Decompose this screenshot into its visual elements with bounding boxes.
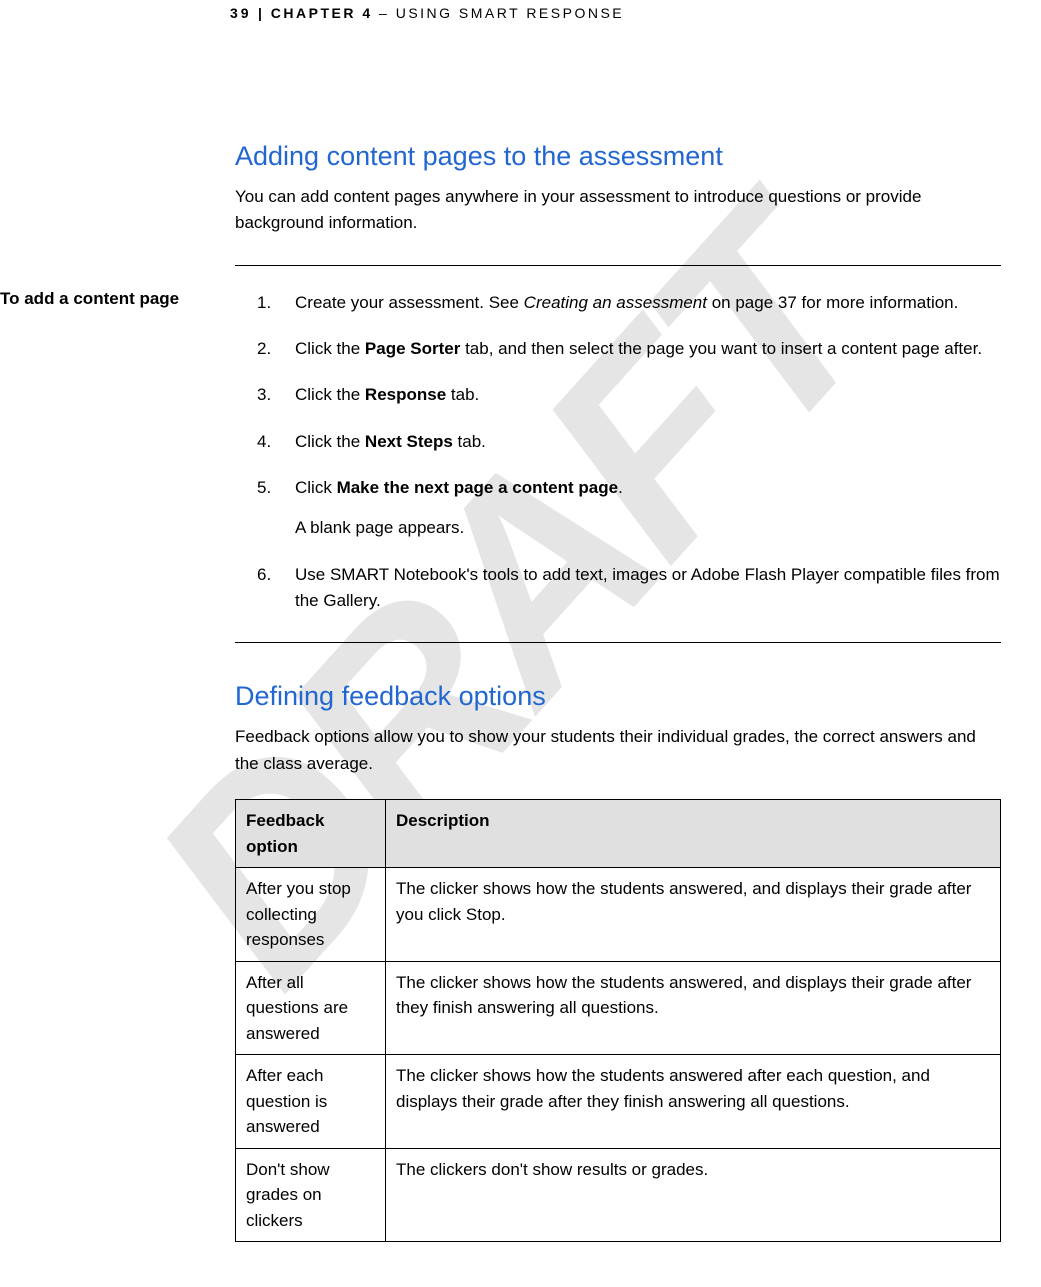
- step-text: tab.: [453, 432, 486, 451]
- table-row: After you stop collecting responses The …: [236, 868, 1001, 962]
- step-6: 6. Use SMART Notebook's tools to add tex…: [295, 562, 1001, 615]
- divider: [235, 265, 1001, 266]
- step-text-bold: Next Steps: [365, 432, 453, 451]
- page-number: 39: [230, 5, 252, 21]
- divider: [235, 642, 1001, 643]
- step-text: on page 37 for more information.: [707, 293, 958, 312]
- table-cell-description: The clicker shows how the students answe…: [386, 868, 1001, 962]
- step-text-bold: Make the next page a content page: [337, 478, 619, 497]
- step-text-italic: Creating an assessment: [524, 293, 707, 312]
- table-cell-option: After each question is answered: [236, 1055, 386, 1149]
- table-row: Don't show grades on clickers The clicke…: [236, 1148, 1001, 1242]
- step-text: Click the: [295, 339, 365, 358]
- header-separator: |: [252, 5, 271, 21]
- step-number: 3.: [257, 382, 271, 408]
- step-subtext: A blank page appears.: [295, 515, 1001, 541]
- step-text: tab, and then select the page you want t…: [460, 339, 982, 358]
- step-number: 1.: [257, 290, 271, 316]
- table-cell-description: The clicker shows how the students answe…: [386, 1055, 1001, 1149]
- chapter-title: – USING SMART RESPONSE: [373, 5, 624, 21]
- step-text: Use SMART Notebook's tools to add text, …: [295, 565, 1000, 610]
- table-row: After each question is answered The clic…: [236, 1055, 1001, 1149]
- step-text: tab.: [446, 385, 479, 404]
- step-text-bold: Page Sorter: [365, 339, 460, 358]
- step-text: Create your assessment. See: [295, 293, 524, 312]
- page-header: 39 | CHAPTER 4 – USING SMART RESPONSE: [0, 0, 1041, 21]
- section-body-adding-content: You can add content pages anywhere in yo…: [235, 184, 1001, 237]
- table-row: After all questions are answered The cli…: [236, 961, 1001, 1055]
- step-4: 4. Click the Next Steps tab.: [295, 429, 1001, 455]
- step-2: 2. Click the Page Sorter tab, and then s…: [295, 336, 1001, 362]
- table-cell-option: After you stop collecting responses: [236, 868, 386, 962]
- step-number: 5.: [257, 475, 271, 501]
- table-cell-description: The clicker shows how the students answe…: [386, 961, 1001, 1055]
- table-header-description: Description: [386, 800, 1001, 868]
- step-5: 5. Click Make the next page a content pa…: [295, 475, 1001, 542]
- step-text: .: [618, 478, 623, 497]
- step-text: Click the: [295, 385, 365, 404]
- feedback-options-table: Feedback option Description After you st…: [235, 799, 1001, 1242]
- table-cell-description: The clickers don't show results or grade…: [386, 1148, 1001, 1242]
- step-number: 4.: [257, 429, 271, 455]
- section-heading-feedback-options: Defining feedback options: [235, 681, 1001, 712]
- step-number: 2.: [257, 336, 271, 362]
- table-cell-option: After all questions are answered: [236, 961, 386, 1055]
- step-number: 6.: [257, 562, 271, 588]
- sidebar-procedure-label: To add a content page: [0, 289, 205, 309]
- section-heading-adding-content: Adding content pages to the assessment: [235, 141, 1001, 172]
- table-cell-option: Don't show grades on clickers: [236, 1148, 386, 1242]
- chapter-label: CHAPTER 4: [271, 5, 373, 21]
- step-text: Click: [295, 478, 337, 497]
- step-3: 3. Click the Response tab.: [295, 382, 1001, 408]
- section-body-feedback-options: Feedback options allow you to show your …: [235, 724, 1001, 777]
- steps-list: 1. Create your assessment. See Creating …: [235, 290, 1001, 615]
- step-text: Click the: [295, 432, 365, 451]
- step-text-bold: Response: [365, 385, 446, 404]
- step-1: 1. Create your assessment. See Creating …: [295, 290, 1001, 316]
- table-header-option: Feedback option: [236, 800, 386, 868]
